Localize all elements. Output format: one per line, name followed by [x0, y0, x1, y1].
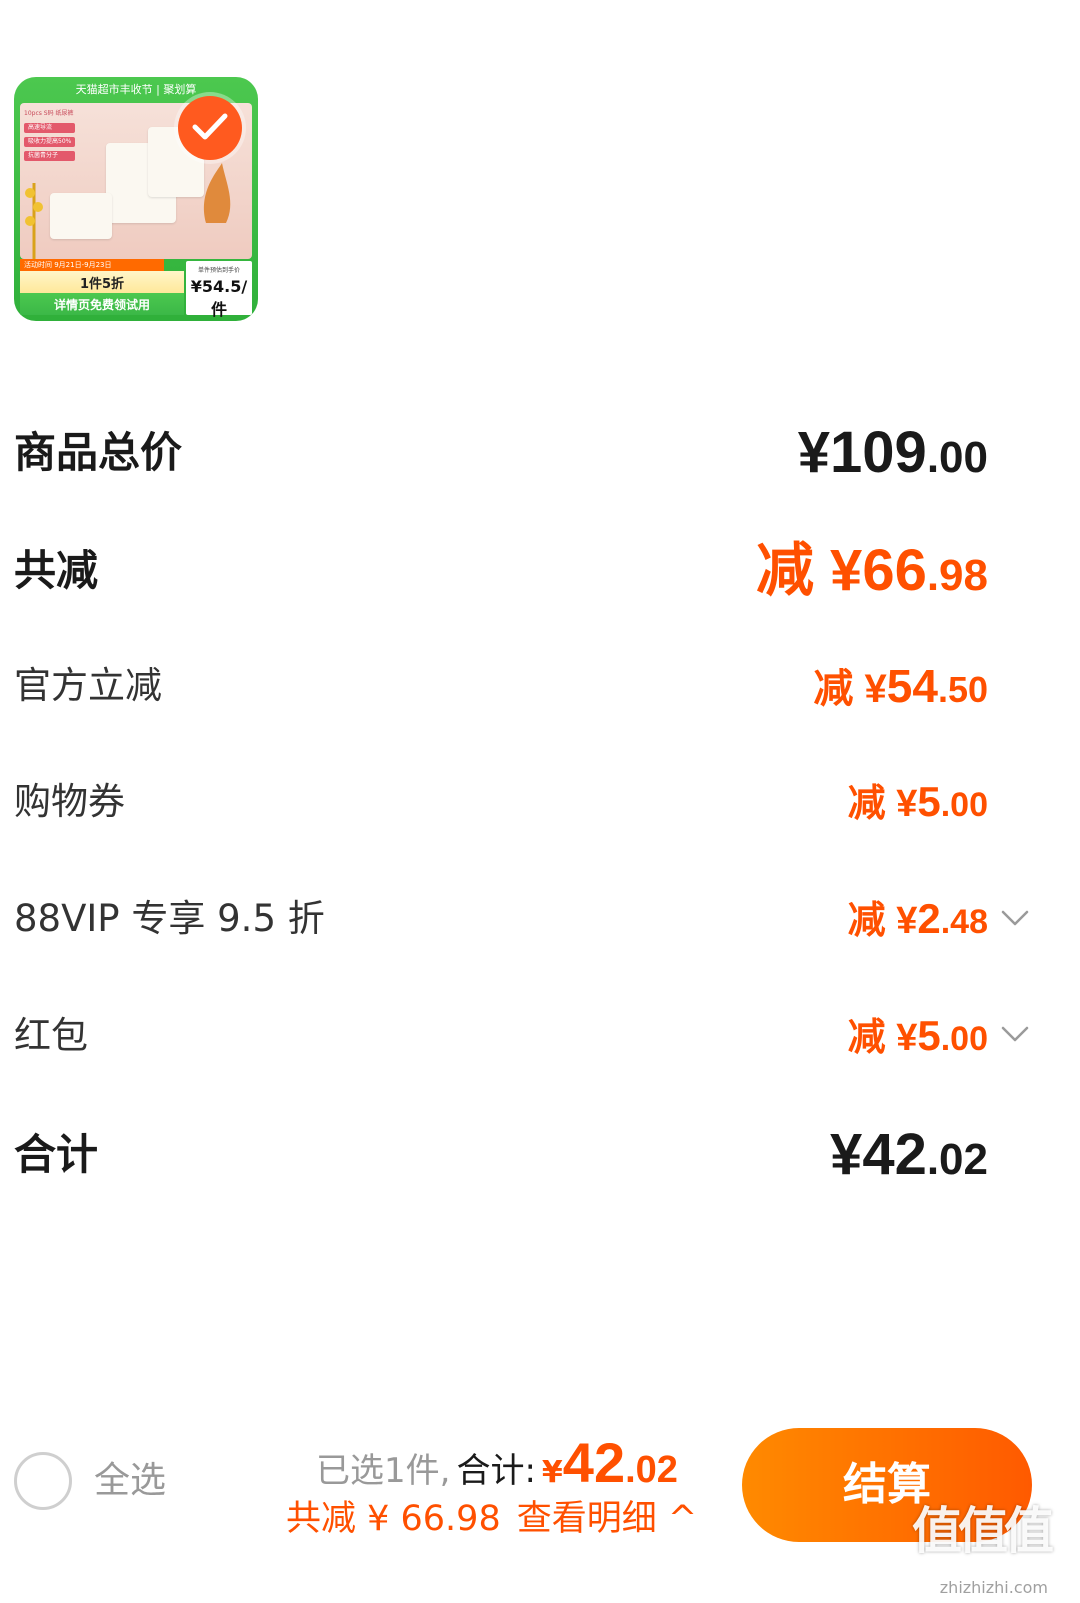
- bottom-total-int: 42: [562, 1431, 626, 1494]
- thumb-unit-caption: 单件预估到手价: [197, 267, 240, 274]
- coupon-label: 购物券: [14, 780, 125, 823]
- thumb-feature-list: 10pcs S码 纸尿裤 高速导流 吸收力提高50% 抗菌青分子: [24, 109, 76, 161]
- grand-total-value: ¥42.02: [830, 1122, 988, 1187]
- thumb-feature: 10pcs S码 纸尿裤: [24, 110, 74, 117]
- thumb-feature: 吸收力提高50%: [24, 137, 76, 147]
- selected-count: 已选1件,: [316, 1451, 451, 1491]
- chevron-down-icon[interactable]: [1000, 1024, 1030, 1044]
- row-grand-total: 合计 ¥42.02: [14, 1125, 988, 1185]
- thumb-feature: 抗菌青分子: [24, 151, 76, 161]
- coupon-value: 减 ¥5.00: [847, 778, 988, 825]
- total-price-value: ¥109.00: [797, 420, 988, 485]
- row-official-discount: 官方立减 减 ¥54.50: [14, 656, 988, 716]
- bottom-total-dec: .02: [625, 1449, 678, 1491]
- item-selected-checkbox[interactable]: [178, 96, 242, 160]
- thumb-feature: 高速导流: [24, 123, 76, 133]
- vip-discount-value: 减 ¥2.48: [847, 895, 988, 942]
- row-total-discount: 共减 减 ¥66.98: [14, 541, 988, 601]
- select-all-radio[interactable]: [14, 1452, 72, 1510]
- thumb-promo-box: 1件5折 详情页免费领试用: [20, 271, 184, 315]
- watermark-url: zhizhizhi.com: [939, 1578, 1048, 1597]
- thumb-trial-text: 详情页免费领试用: [53, 298, 150, 312]
- thumb-unit-price: ¥54.5/件: [190, 277, 248, 319]
- bottom-total-label: 合计:: [456, 1451, 536, 1491]
- official-discount-value: 减 ¥54.50: [813, 660, 988, 712]
- bottom-total-summary: 已选1件, 合计: ¥ 42 .02: [316, 1430, 678, 1494]
- bottom-discount-text: 共减 ¥ 66.98: [286, 1499, 501, 1539]
- thumb-unit-price-box: 单件预估到手价 ¥54.5/件: [186, 261, 252, 319]
- thumb-deal-text: 1件5折: [79, 277, 125, 292]
- total-price-label: 商品总价: [14, 428, 183, 477]
- watermark-logo: 值值值: [912, 1502, 1054, 1560]
- red-packet-label: 红包: [14, 1014, 88, 1057]
- row-vip-discount[interactable]: 88VIP 专享 9.5 折 减 ¥2.48: [14, 889, 988, 949]
- total-discount-label: 共减: [14, 546, 99, 595]
- view-details-link[interactable]: 查看明细 ^: [517, 1499, 697, 1539]
- select-all-label[interactable]: 全选: [94, 1455, 166, 1507]
- total-discount-value: 减 ¥66.98: [755, 538, 988, 603]
- checkmark-icon: [192, 113, 228, 140]
- bottom-discount-summary[interactable]: 共减 ¥ 66.98 查看明细 ^: [286, 1494, 697, 1544]
- row-total-price: 商品总价 ¥109.00: [14, 423, 988, 483]
- chevron-down-icon[interactable]: [1000, 908, 1030, 928]
- thumb-event-date: 活动时间 9月21日-9月23日: [20, 259, 164, 271]
- decorative-plant-icon: [25, 183, 43, 259]
- decorative-leaf-icon: [203, 163, 231, 223]
- row-coupon: 购物券 减 ¥5.00: [14, 772, 988, 832]
- official-discount-label: 官方立减: [14, 664, 162, 707]
- red-packet-value: 减 ¥5.00: [847, 1012, 988, 1059]
- bottom-total-yen: ¥: [541, 1455, 563, 1490]
- vip-discount-label: 88VIP 专享 9.5 折: [14, 897, 325, 940]
- diaper-pack-image: [50, 193, 112, 239]
- grand-total-label: 合计: [14, 1130, 99, 1179]
- row-red-packet[interactable]: 红包 减 ¥5.00: [14, 1006, 988, 1066]
